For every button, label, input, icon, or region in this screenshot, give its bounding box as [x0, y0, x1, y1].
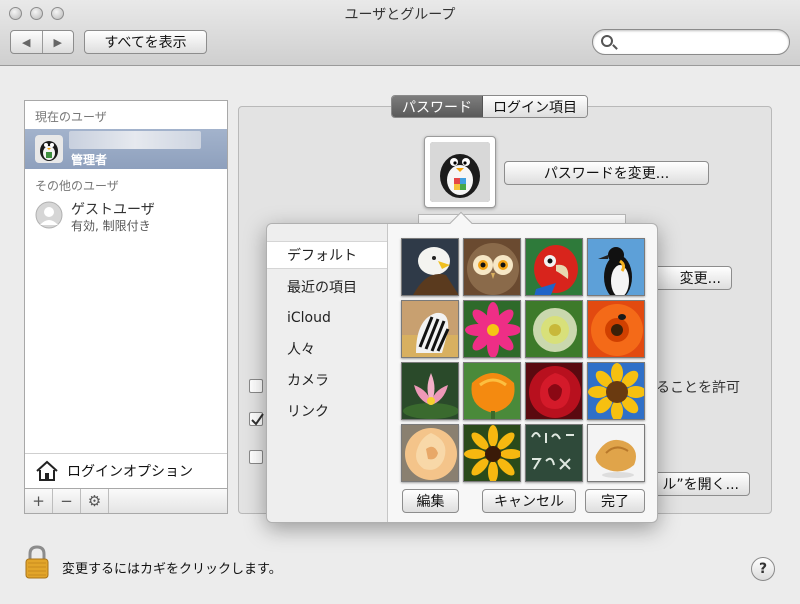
cancel-button[interactable]: キャンセル [482, 489, 576, 513]
picture-picker-popover: デフォルト 最近の項目 iCloud 人々 カメラ リンク 編集 キャンセル 完… [266, 211, 658, 523]
guest-user-icon [35, 201, 63, 229]
zebra-thumbnail[interactable] [401, 300, 459, 358]
search-input[interactable] [619, 33, 779, 51]
fortune-cookie-thumbnail[interactable] [587, 424, 645, 482]
back-button[interactable]: ◀ [11, 31, 43, 53]
tab-bar: パスワード ログイン項目 [391, 95, 588, 118]
window-title: ユーザとグループ [344, 7, 456, 23]
remove-user-button[interactable]: − [53, 489, 81, 513]
pink-dahlia-thumbnail[interactable] [463, 300, 521, 358]
checkmark-icon [251, 413, 264, 426]
house-icon [36, 460, 58, 481]
search-icon [601, 35, 613, 47]
option-checkbox[interactable] [249, 450, 263, 464]
other-users-heading: その他のユーザ [35, 179, 119, 193]
penguin-avatar-icon [35, 135, 63, 163]
penguin-picture-icon [430, 142, 490, 202]
change-password-button[interactable]: パスワードを変更... [504, 161, 709, 185]
current-user-row[interactable]: 管理者 [25, 129, 227, 169]
chalkboard-thumbnail[interactable] [525, 424, 583, 482]
penguin-thumbnail[interactable] [587, 238, 645, 296]
back-forward-control: ◀ ▶ [10, 30, 74, 54]
current-users-heading: 現在のユーザ [35, 110, 107, 124]
category-people[interactable]: 人々 [267, 335, 387, 363]
orange-poppy-thumbnail[interactable] [463, 362, 521, 420]
gear-icon[interactable]: ⚙ [81, 489, 109, 513]
owl-thumbnail[interactable] [463, 238, 521, 296]
allow-checkbox[interactable] [249, 379, 263, 393]
toolbar: ユーザとグループ ◀ ▶ すべてを表示 [0, 0, 800, 66]
tab-login-items[interactable]: ログイン項目 [483, 96, 587, 117]
guest-user-status: 有効, 制限付き [71, 219, 151, 233]
lock-icon[interactable] [24, 545, 50, 579]
picture-category-list: デフォルト 最近の項目 iCloud 人々 カメラ リンク [267, 224, 388, 522]
add-user-button[interactable]: + [25, 489, 53, 513]
user-picture-well[interactable] [424, 136, 496, 208]
login-options-item[interactable]: ログインオプション [25, 453, 227, 487]
picture-grid [401, 238, 647, 482]
checked-checkbox[interactable] [249, 412, 264, 426]
red-rose-thumbnail[interactable] [525, 362, 583, 420]
yellow-rose-thumbnail[interactable] [401, 424, 459, 482]
guest-user-name: ゲストユーザ [71, 202, 155, 218]
open-button[interactable]: ル”を開く... [644, 472, 750, 496]
show-all-button[interactable]: すべてを表示 [84, 30, 207, 54]
guest-user-row[interactable]: ゲストユーザ 有効, 制限付き [25, 199, 227, 237]
category-camera[interactable]: カメラ [267, 366, 387, 394]
current-user-role: 管理者 [71, 153, 108, 167]
edit-button[interactable]: 編集 [402, 489, 459, 513]
current-user-name-redacted [69, 131, 201, 149]
help-button[interactable]: ? [751, 557, 775, 581]
parrot-thumbnail[interactable] [525, 238, 583, 296]
eagle-thumbnail[interactable] [401, 238, 459, 296]
category-default[interactable]: デフォルト [267, 241, 387, 269]
orange-gerbera-thumbnail[interactable] [587, 300, 645, 358]
done-button[interactable]: 完了 [585, 489, 645, 513]
login-options-label: ログインオプション [67, 463, 193, 480]
lotus-thumbnail[interactable] [401, 362, 459, 420]
category-links[interactable]: リンク [267, 397, 387, 425]
users-sidebar: 現在のユーザ 管理者 その他のユーザ ゲストユーザ 有効, 制限付き ログインオ… [24, 100, 228, 514]
black-eyed-susan-thumbnail[interactable] [463, 424, 521, 482]
sunflower-thumbnail[interactable] [587, 362, 645, 420]
allow-label: ることを許可 [656, 380, 740, 396]
search-field[interactable] [592, 29, 790, 55]
lock-message: 変更するにはカギをクリックします。 [62, 562, 282, 577]
sidebar-bottom-bar: + − ⚙ [25, 488, 227, 513]
category-icloud[interactable]: iCloud [267, 304, 387, 332]
preferences-window: ユーザとグループ ◀ ▶ すべてを表示 現在のユーザ 管理者 その他のユーザ ゲ… [0, 0, 800, 604]
forward-button[interactable]: ▶ [43, 31, 74, 53]
tab-password[interactable]: パスワード [392, 96, 483, 117]
dandelion-thumbnail[interactable] [525, 300, 583, 358]
category-recent[interactable]: 最近の項目 [267, 273, 387, 301]
